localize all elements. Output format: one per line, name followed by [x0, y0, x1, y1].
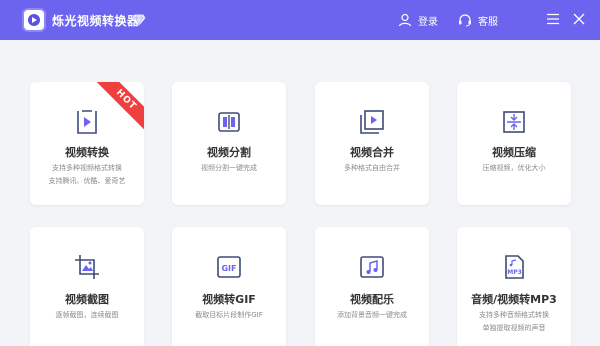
card-title: 视频合并: [350, 146, 394, 159]
title-bar: 烁光视频转换器 登录 客服: [0, 0, 600, 40]
card-video-music[interactable]: 视频配乐 添加背景音频一键完成: [315, 227, 429, 346]
music-icon: [360, 256, 384, 278]
card-video-split[interactable]: 视频分割 视频分割一键完成: [172, 82, 286, 205]
video-compress-icon: [503, 111, 525, 133]
card-description: 支持多种音频格式转换 单独提取视频的声音: [479, 311, 549, 332]
card-video-merge[interactable]: 视频合并 多种格式自由合并: [315, 82, 429, 205]
card-video-convert[interactable]: 视频转换 支持多种视频格式转换 支持腾讯、优酷、爱奇艺 HOT: [30, 82, 144, 205]
screenshot-icon: [75, 255, 99, 279]
card-title: 音频/视频转MP3: [471, 293, 557, 306]
svg-text:GIF: GIF: [221, 264, 236, 273]
card-title: 视频压缩: [492, 146, 536, 159]
card-video-gif[interactable]: GIF 视频转GIF 截取目标片段制作GIF: [172, 227, 286, 346]
card-title: 视频转GIF: [202, 293, 256, 306]
card-video-compress[interactable]: 视频压缩 压缩视频，优化大小: [457, 82, 571, 205]
service-label: 客服: [478, 16, 498, 28]
gif-icon: GIF: [217, 256, 241, 278]
login-label: 登录: [418, 16, 438, 28]
card-description: 多种格式自由合并: [344, 164, 400, 172]
video-split-icon: [218, 112, 240, 132]
mp3-icon: MP3: [505, 255, 524, 279]
card-description: 压缩视频，优化大小: [482, 164, 546, 172]
app-title: 烁光视频转换器: [52, 14, 140, 28]
video-merge-icon: [360, 110, 384, 134]
video-play-icon: [77, 110, 97, 134]
card-video-screenshot[interactable]: 视频截图 逐帧截图，连续截图: [30, 227, 144, 346]
user-icon: [398, 13, 412, 27]
login-button[interactable]: 登录: [398, 10, 438, 30]
card-title: 视频转换: [65, 146, 109, 159]
card-description: 支持多种视频格式转换 支持腾讯、优酷、爱奇艺: [48, 164, 126, 185]
card-title: 视频分割: [207, 146, 251, 159]
card-description: 添加背景音频一键完成: [337, 311, 407, 319]
app-logo-icon: [22, 8, 46, 32]
menu-icon[interactable]: [546, 13, 560, 25]
card-description: 视频分割一键完成: [201, 164, 257, 172]
card-audio-mp3[interactable]: MP3 音频/视频转MP3 支持多种音频格式转换 单独提取视频的声音: [457, 227, 571, 346]
svg-text:MP3: MP3: [507, 269, 522, 276]
customer-service-button[interactable]: 客服: [458, 10, 498, 30]
card-description: 截取目标片段制作GIF: [195, 311, 263, 319]
headset-icon: [459, 14, 471, 27]
diamond-icon[interactable]: [132, 13, 146, 27]
close-icon[interactable]: [572, 12, 586, 26]
card-title: 视频配乐: [350, 293, 394, 306]
card-title: 视频截图: [65, 293, 109, 306]
card-description: 逐帧截图，连续截图: [55, 311, 119, 319]
